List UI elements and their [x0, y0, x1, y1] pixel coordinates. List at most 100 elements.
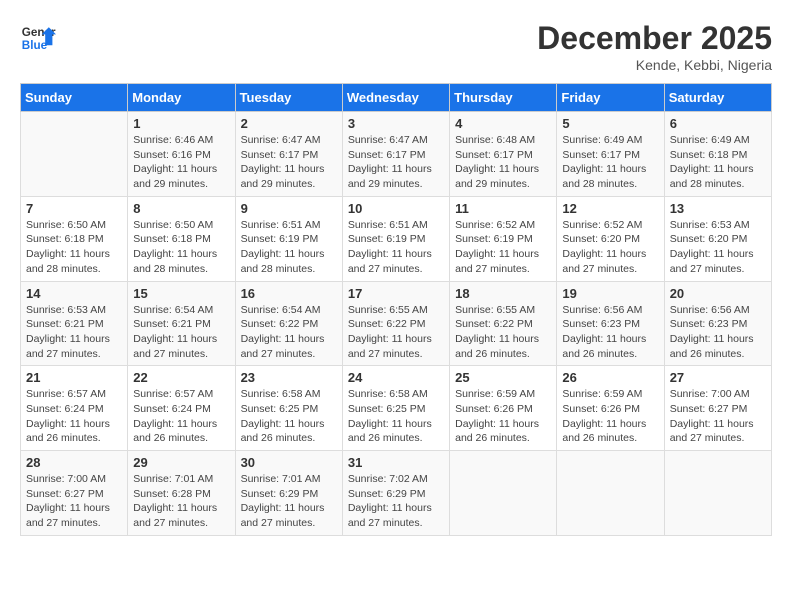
calendar-cell: 5 Sunrise: 6:49 AM Sunset: 6:17 PM Daylig…: [557, 112, 664, 197]
cell-info: Sunrise: 7:01 AM Sunset: 6:29 PM Dayligh…: [241, 472, 337, 531]
logo: General Blue: [20, 20, 56, 56]
calendar-cell: 25 Sunrise: 6:59 AM Sunset: 6:26 PM Dayli…: [450, 366, 557, 451]
calendar-cell: 3 Sunrise: 6:47 AM Sunset: 6:17 PM Daylig…: [342, 112, 449, 197]
calendar-cell: 16Sunrise: 6:54 AM Sunset: 6:22 PM Dayli…: [235, 281, 342, 366]
calendar-cell: 17 Sunrise: 6:55 AM Sunset: 6:22 PM Dayli…: [342, 281, 449, 366]
weekday-header-friday: Friday: [557, 84, 664, 112]
calendar-cell: 11 Sunrise: 6:52 AM Sunset: 6:19 PM Dayli…: [450, 196, 557, 281]
cell-info: Sunrise: 6:48 AM Sunset: 6:17 PM Dayligh…: [455, 133, 551, 192]
calendar-cell: 7 Sunrise: 6:50 AM Sunset: 6:18 PM Daylig…: [21, 196, 128, 281]
calendar-cell: 31 Sunrise: 7:02 AM Sunset: 6:29 PM Dayli…: [342, 451, 449, 536]
weekday-header-sunday: Sunday: [21, 84, 128, 112]
day-number: 21: [26, 370, 122, 385]
calendar-cell: [21, 112, 128, 197]
calendar-cell: 22Sunrise: 6:57 AM Sunset: 6:24 PM Dayli…: [128, 366, 235, 451]
calendar-cell: 28 Sunrise: 7:00 AM Sunset: 6:27 PM Dayli…: [21, 451, 128, 536]
day-number: 17: [348, 286, 444, 301]
calendar-cell: 18 Sunrise: 6:55 AM Sunset: 6:22 PM Dayli…: [450, 281, 557, 366]
cell-info: Sunrise: 6:59 AM Sunset: 6:26 PM Dayligh…: [455, 387, 551, 446]
day-number: 24: [348, 370, 444, 385]
calendar-cell: 1Sunrise: 6:46 AM Sunset: 6:16 PM Daylig…: [128, 112, 235, 197]
cell-info: Sunrise: 6:52 AM Sunset: 6:20 PM Dayligh…: [562, 218, 658, 277]
location: Kende, Kebbi, Nigeria: [537, 57, 772, 73]
cell-info: Sunrise: 6:55 AM Sunset: 6:22 PM Dayligh…: [348, 303, 444, 362]
week-row-5: 28 Sunrise: 7:00 AM Sunset: 6:27 PM Dayli…: [21, 451, 772, 536]
cell-info: Sunrise: 7:00 AM Sunset: 6:27 PM Dayligh…: [26, 472, 122, 531]
calendar-cell: 23Sunrise: 6:58 AM Sunset: 6:25 PM Dayli…: [235, 366, 342, 451]
day-number: 5: [562, 116, 658, 131]
weekday-header-tuesday: Tuesday: [235, 84, 342, 112]
svg-text:Blue: Blue: [22, 39, 48, 52]
logo-icon: General Blue: [20, 20, 56, 56]
calendar-cell: 19Sunrise: 6:56 AM Sunset: 6:23 PM Dayli…: [557, 281, 664, 366]
day-number: 31: [348, 455, 444, 470]
day-number: 29: [133, 455, 229, 470]
page-header: General Blue December 2025 Kende, Kebbi,…: [20, 20, 772, 73]
calendar-cell: 2 Sunrise: 6:47 AM Sunset: 6:17 PM Daylig…: [235, 112, 342, 197]
calendar-cell: 24 Sunrise: 6:58 AM Sunset: 6:25 PM Dayli…: [342, 366, 449, 451]
day-number: 3: [348, 116, 444, 131]
day-number: 19: [562, 286, 658, 301]
calendar-cell: 6Sunrise: 6:49 AM Sunset: 6:18 PM Daylig…: [664, 112, 771, 197]
calendar-cell: 26 Sunrise: 6:59 AM Sunset: 6:26 PM Dayli…: [557, 366, 664, 451]
cell-info: Sunrise: 7:01 AM Sunset: 6:28 PM Dayligh…: [133, 472, 229, 531]
cell-info: Sunrise: 6:54 AM Sunset: 6:22 PM Dayligh…: [241, 303, 337, 362]
day-number: 26: [562, 370, 658, 385]
calendar-cell: 12 Sunrise: 6:52 AM Sunset: 6:20 PM Dayli…: [557, 196, 664, 281]
cell-info: Sunrise: 6:52 AM Sunset: 6:19 PM Dayligh…: [455, 218, 551, 277]
day-number: 11: [455, 201, 551, 216]
day-number: 6: [670, 116, 766, 131]
calendar-cell: 20 Sunrise: 6:56 AM Sunset: 6:23 PM Dayli…: [664, 281, 771, 366]
day-number: 8: [133, 201, 229, 216]
calendar-cell: 13 Sunrise: 6:53 AM Sunset: 6:20 PM Dayli…: [664, 196, 771, 281]
cell-info: Sunrise: 6:51 AM Sunset: 6:19 PM Dayligh…: [348, 218, 444, 277]
calendar-cell: 15 Sunrise: 6:54 AM Sunset: 6:21 PM Dayli…: [128, 281, 235, 366]
day-number: 18: [455, 286, 551, 301]
weekday-header-row: SundayMondayTuesdayWednesdayThursdayFrid…: [21, 84, 772, 112]
weekday-header-wednesday: Wednesday: [342, 84, 449, 112]
weekday-header-thursday: Thursday: [450, 84, 557, 112]
cell-info: Sunrise: 6:47 AM Sunset: 6:17 PM Dayligh…: [348, 133, 444, 192]
day-number: 4: [455, 116, 551, 131]
day-number: 13: [670, 201, 766, 216]
cell-info: Sunrise: 6:54 AM Sunset: 6:21 PM Dayligh…: [133, 303, 229, 362]
week-row-2: 7 Sunrise: 6:50 AM Sunset: 6:18 PM Daylig…: [21, 196, 772, 281]
cell-info: Sunrise: 6:58 AM Sunset: 6:25 PM Dayligh…: [348, 387, 444, 446]
day-number: 27: [670, 370, 766, 385]
cell-info: Sunrise: 6:51 AM Sunset: 6:19 PM Dayligh…: [241, 218, 337, 277]
cell-info: Sunrise: 6:53 AM Sunset: 6:21 PM Dayligh…: [26, 303, 122, 362]
day-number: 20: [670, 286, 766, 301]
cell-info: Sunrise: 6:57 AM Sunset: 6:24 PM Dayligh…: [133, 387, 229, 446]
week-row-4: 21 Sunrise: 6:57 AM Sunset: 6:24 PM Dayli…: [21, 366, 772, 451]
day-number: 12: [562, 201, 658, 216]
day-number: 23: [241, 370, 337, 385]
calendar-cell: 27 Sunrise: 7:00 AM Sunset: 6:27 PM Dayli…: [664, 366, 771, 451]
day-number: 28: [26, 455, 122, 470]
cell-info: Sunrise: 6:56 AM Sunset: 6:23 PM Dayligh…: [670, 303, 766, 362]
cell-info: Sunrise: 6:47 AM Sunset: 6:17 PM Dayligh…: [241, 133, 337, 192]
day-number: 2: [241, 116, 337, 131]
title-area: December 2025 Kende, Kebbi, Nigeria: [537, 20, 772, 73]
cell-info: Sunrise: 6:50 AM Sunset: 6:18 PM Dayligh…: [26, 218, 122, 277]
day-number: 25: [455, 370, 551, 385]
calendar-cell: 30 Sunrise: 7:01 AM Sunset: 6:29 PM Dayli…: [235, 451, 342, 536]
cell-info: Sunrise: 6:59 AM Sunset: 6:26 PM Dayligh…: [562, 387, 658, 446]
calendar-cell: 10Sunrise: 6:51 AM Sunset: 6:19 PM Dayli…: [342, 196, 449, 281]
cell-info: Sunrise: 6:53 AM Sunset: 6:20 PM Dayligh…: [670, 218, 766, 277]
calendar-cell: [664, 451, 771, 536]
day-number: 1: [133, 116, 229, 131]
calendar-cell: 21 Sunrise: 6:57 AM Sunset: 6:24 PM Dayli…: [21, 366, 128, 451]
day-number: 15: [133, 286, 229, 301]
day-number: 7: [26, 201, 122, 216]
cell-info: Sunrise: 6:57 AM Sunset: 6:24 PM Dayligh…: [26, 387, 122, 446]
day-number: 9: [241, 201, 337, 216]
cell-info: Sunrise: 6:49 AM Sunset: 6:17 PM Dayligh…: [562, 133, 658, 192]
cell-info: Sunrise: 7:02 AM Sunset: 6:29 PM Dayligh…: [348, 472, 444, 531]
month-title: December 2025: [537, 20, 772, 57]
day-number: 30: [241, 455, 337, 470]
cell-info: Sunrise: 6:50 AM Sunset: 6:18 PM Dayligh…: [133, 218, 229, 277]
calendar-cell: 9 Sunrise: 6:51 AM Sunset: 6:19 PM Daylig…: [235, 196, 342, 281]
cell-info: Sunrise: 7:00 AM Sunset: 6:27 PM Dayligh…: [670, 387, 766, 446]
week-row-3: 14Sunrise: 6:53 AM Sunset: 6:21 PM Dayli…: [21, 281, 772, 366]
cell-info: Sunrise: 6:55 AM Sunset: 6:22 PM Dayligh…: [455, 303, 551, 362]
